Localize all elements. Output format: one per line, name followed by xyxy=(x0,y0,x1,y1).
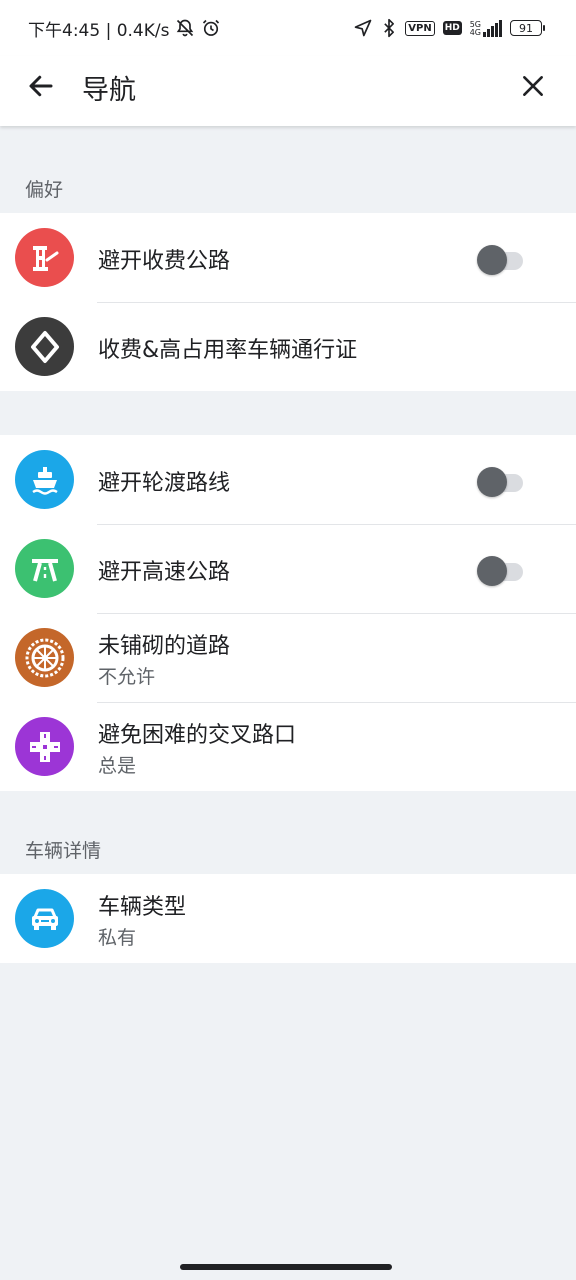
hd-badge: HD xyxy=(442,21,462,35)
toggle-knob xyxy=(477,245,507,275)
unpaved-roads-label: 未铺砌的道路 xyxy=(98,634,231,659)
status-bar: 下午4:45 | 0.4K/s VPN HD 5G 4G 91 xyxy=(0,0,576,56)
toll-gate-icon xyxy=(15,228,74,287)
bell-off-icon xyxy=(175,18,195,38)
toggle-knob xyxy=(477,467,507,497)
avoid-card: 避开轮渡路线 避开高速公路 未铺砌的道路 不允许 避免困难的交叉路口 总是 xyxy=(0,435,576,791)
intersection-icon xyxy=(15,717,74,776)
network-type-label: 5G 4G xyxy=(469,20,481,37)
status-time-speed: 下午4:45 | 0.4K/s xyxy=(28,20,170,41)
status-left: 下午4:45 | 0.4K/s xyxy=(28,16,221,41)
avoid-ferries-row[interactable]: 避开轮渡路线 xyxy=(0,435,576,524)
ferry-icon xyxy=(15,450,74,509)
preferences-card: 避开收费公路 收费&高占用率车辆通行证 xyxy=(0,213,576,391)
vehicle-card: 车辆类型 私有 xyxy=(0,874,576,963)
app-bar: 导航 xyxy=(0,56,576,126)
avoid-highways-label: 避开高速公路 xyxy=(98,560,231,585)
close-icon xyxy=(523,76,543,96)
battery-level: 91 xyxy=(519,21,533,35)
avoid-ferries-label: 避开轮渡路线 xyxy=(98,471,231,496)
back-button[interactable] xyxy=(24,69,58,103)
vehicle-type-value: 私有 xyxy=(98,927,137,949)
vehicle-details-header: 车辆详情 xyxy=(25,839,102,862)
alarm-clock-icon xyxy=(201,18,221,38)
location-arrow-icon xyxy=(353,18,373,38)
avoid-highways-toggle[interactable] xyxy=(477,554,525,586)
page-title: 导航 xyxy=(82,75,136,106)
avoid-tolls-toggle[interactable] xyxy=(477,243,525,275)
toggle-knob xyxy=(477,556,507,586)
toll-hov-pass-row[interactable]: 收费&高占用率车辆通行证 xyxy=(0,302,576,391)
avoid-tolls-row[interactable]: 避开收费公路 xyxy=(0,213,576,302)
vehicle-type-label: 车辆类型 xyxy=(98,895,187,920)
vehicle-type-row[interactable]: 车辆类型 私有 xyxy=(0,874,576,963)
bluetooth-icon xyxy=(381,18,397,38)
avoid-highways-row[interactable]: 避开高速公路 xyxy=(0,524,576,613)
diamond-lane-icon xyxy=(15,317,74,376)
network-4g-label: 4G xyxy=(469,27,481,37)
toll-hov-pass-label: 收费&高占用率车辆通行证 xyxy=(98,338,358,363)
preferences-header: 偏好 xyxy=(25,178,64,201)
arrow-left-icon xyxy=(29,75,53,97)
avoid-tolls-label: 避开收费公路 xyxy=(98,249,231,274)
difficult-intersections-row[interactable]: 避免困难的交叉路口 总是 xyxy=(0,702,576,791)
wheel-icon xyxy=(15,628,74,687)
difficult-intersections-value: 总是 xyxy=(98,755,137,777)
unpaved-roads-value: 不允许 xyxy=(98,666,156,688)
close-button[interactable] xyxy=(516,69,550,103)
difficult-intersections-label: 避免困难的交叉路口 xyxy=(98,723,297,748)
unpaved-roads-row[interactable]: 未铺砌的道路 不允许 xyxy=(0,613,576,702)
vpn-badge: VPN xyxy=(405,20,435,36)
status-right: VPN HD 5G 4G 91 xyxy=(353,18,545,38)
home-indicator[interactable] xyxy=(180,1264,392,1270)
signal-icon: 5G 4G xyxy=(469,19,502,37)
avoid-ferries-toggle[interactable] xyxy=(477,465,525,497)
car-icon xyxy=(15,889,74,948)
highway-icon xyxy=(15,539,74,598)
battery-icon: 91 xyxy=(510,20,545,36)
